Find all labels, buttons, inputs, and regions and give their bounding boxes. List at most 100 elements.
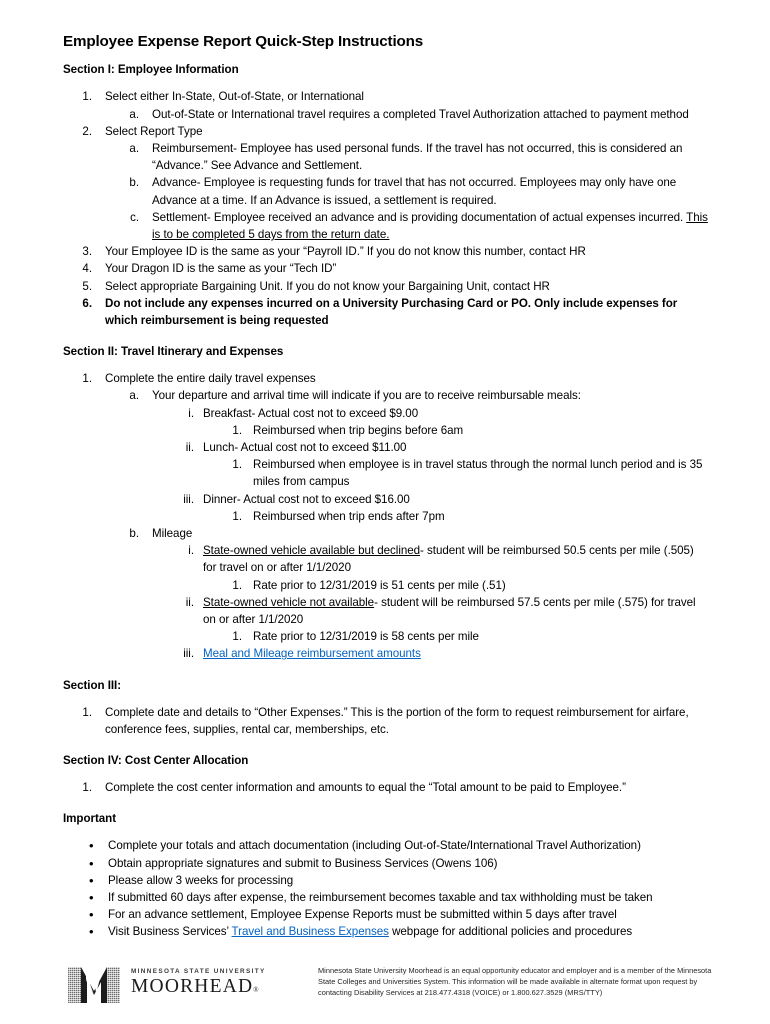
list-item: 1. Complete the cost center information … <box>63 779 708 796</box>
list-marker: ii. <box>185 595 194 609</box>
list-marker: b. <box>129 176 139 190</box>
list-text-lead: Visit Business Services’ <box>108 925 232 939</box>
list-marker: 2. <box>82 124 92 138</box>
list-item: • If submitted 60 days after expense, th… <box>63 889 708 906</box>
bullet-icon: • <box>89 872 94 888</box>
section-4-heading: Section IV: Cost Center Allocation <box>63 754 249 768</box>
list-item: 4. Your Dragon ID is the same as your “T… <box>63 260 708 277</box>
list-marker: 1. <box>82 90 92 104</box>
university-logo: MINNESOTA STATE UNIVERSITY MOORHEAD® <box>66 960 266 1007</box>
list-item: 1. Reimbursed when employee is in travel… <box>63 456 708 490</box>
bullet-icon: • <box>89 924 94 940</box>
list-text: Reimbursement- Employee has used persona… <box>152 141 683 173</box>
list-item: i. State-owned vehicle available but dec… <box>63 542 708 576</box>
list-item: • Visit Business Services’ Travel and Bu… <box>63 923 708 940</box>
msum-m-logo-icon <box>68 961 120 1003</box>
bullet-icon: • <box>89 890 94 906</box>
list-text: Complete the cost center information and… <box>105 781 626 795</box>
list-item: 1. Reimbursed when trip begins before 6a… <box>63 422 708 439</box>
list-text: Breakfast- Actual cost not to exceed $9.… <box>203 406 419 420</box>
list-text: Do not include any expenses incurred on … <box>105 296 678 327</box>
list-marker: 4. <box>82 262 92 276</box>
list-text: Out-of-State or International travel req… <box>152 107 689 121</box>
list-text: Settlement- Employee received an advance… <box>152 209 708 243</box>
footer-disclaimer: Minnesota State University Moorhead is a… <box>318 966 712 998</box>
important-heading: Important <box>63 812 117 826</box>
page-footer: MINNESOTA STATE UNIVERSITY MOORHEAD® Min… <box>0 955 770 1024</box>
list-text: Rate prior to 12/31/2019 is 51 cents per… <box>253 578 506 592</box>
list-text: Rate prior to 12/31/2019 is 58 cents per… <box>253 630 479 644</box>
list-item: 2. Select Report Type <box>63 123 708 140</box>
page-title: Employee Expense Report Quick-Step Instr… <box>63 33 424 50</box>
list-text: Complete the entire daily travel expense… <box>105 372 316 386</box>
list-text: State-owned vehicle not available- stude… <box>203 594 708 628</box>
list-text: Select appropriate Bargaining Unit. If y… <box>105 279 550 293</box>
wordmark-line-2: MOORHEAD® <box>131 976 266 1001</box>
list-marker: 1. <box>232 578 242 592</box>
list-item: 6. Do not include any expenses incurred … <box>63 295 708 329</box>
list-item: a. Reimbursement- Employee has used pers… <box>63 140 708 174</box>
list-item: 1. Rate prior to 12/31/2019 is 58 cents … <box>63 628 708 645</box>
list-text-lead: Settlement- Employee received an advance… <box>152 210 687 224</box>
list-text: Complete your totals and attach document… <box>108 839 641 853</box>
section-3-heading: Section III: <box>63 678 122 692</box>
list-item: 1. Select either In-State, Out-of-State,… <box>63 88 708 105</box>
list-marker: a. <box>129 141 139 155</box>
section-1-heading: Section I: Employee Information <box>63 63 239 77</box>
list-marker: a. <box>129 107 139 121</box>
list-item: a. Out-of-State or International travel … <box>63 106 708 123</box>
list-text: Select either In-State, Out-of-State, or… <box>105 90 364 104</box>
list-marker: i. <box>188 544 194 558</box>
list-marker: i. <box>188 406 194 420</box>
list-item: • Obtain appropriate signatures and subm… <box>63 855 708 872</box>
list-item: ii. Lunch- Actual cost not to exceed $11… <box>63 439 708 456</box>
list-item: i. Breakfast- Actual cost not to exceed … <box>63 405 708 422</box>
bullet-icon: • <box>89 838 94 854</box>
list-item: a. Your departure and arrival time will … <box>63 387 708 404</box>
list-marker: 3. <box>82 245 92 259</box>
wordmark-line-1: MINNESOTA STATE UNIVERSITY <box>131 968 266 975</box>
list-text: Meal and Mileage reimbursement amounts <box>203 645 708 662</box>
list-item: • Please allow 3 weeks for processing <box>63 872 708 889</box>
list-marker: 1. <box>82 781 92 795</box>
list-item: 5. Select appropriate Bargaining Unit. I… <box>63 278 708 295</box>
list-item: b. Mileage <box>63 525 708 542</box>
list-marker: 1. <box>232 423 242 437</box>
list-text: Your Dragon ID is the same as your “Tech… <box>105 262 337 276</box>
list-item: 1. Complete the entire daily travel expe… <box>63 370 708 387</box>
registered-mark: ® <box>253 986 259 994</box>
list-text: Please allow 3 weeks for processing <box>108 873 294 887</box>
list-text-rest: webpage for additional policies and proc… <box>388 925 633 939</box>
list-text: Dinner- Actual cost not to exceed $16.00 <box>203 492 410 506</box>
list-text: Mileage <box>152 527 193 541</box>
list-text: Complete date and details to “Other Expe… <box>105 705 689 736</box>
list-marker: 5. <box>82 279 92 293</box>
list-item: 3. Your Employee ID is the same as your … <box>63 243 708 260</box>
list-marker: iii. <box>183 647 194 661</box>
list-text: Reimbursed when trip begins before 6am <box>253 423 464 437</box>
list-marker: ii. <box>185 441 194 455</box>
list-text: Reimbursed when trip ends after 7pm <box>253 509 445 523</box>
bullet-icon: • <box>89 907 94 923</box>
list-item: • For an advance settlement, Employee Ex… <box>63 906 708 923</box>
list-item: • Complete your totals and attach docume… <box>63 837 708 854</box>
list-item: c. Settlement- Employee received an adva… <box>63 209 708 243</box>
travel-business-expenses-link[interactable]: Travel and Business Expenses <box>232 925 389 938</box>
list-text: Lunch- Actual cost not to exceed $11.00 <box>203 441 407 455</box>
list-marker: 1. <box>232 458 242 472</box>
list-marker: iii. <box>183 492 194 506</box>
list-marker: c. <box>130 210 139 224</box>
list-item: 1. Reimbursed when trip ends after 7pm <box>63 508 708 525</box>
list-text: State-owned vehicle available but declin… <box>203 542 708 576</box>
list-marker: 1. <box>232 630 242 644</box>
list-text-underlined: State-owned vehicle not available <box>203 595 375 609</box>
list-item: ii. State-owned vehicle not available- s… <box>63 594 708 628</box>
list-item: iii. Meal and Mileage reimbursement amou… <box>63 645 708 662</box>
meal-mileage-amounts-link[interactable]: Meal and Mileage reimbursement amounts <box>203 647 421 660</box>
list-item: iii. Dinner- Actual cost not to exceed $… <box>63 491 708 508</box>
